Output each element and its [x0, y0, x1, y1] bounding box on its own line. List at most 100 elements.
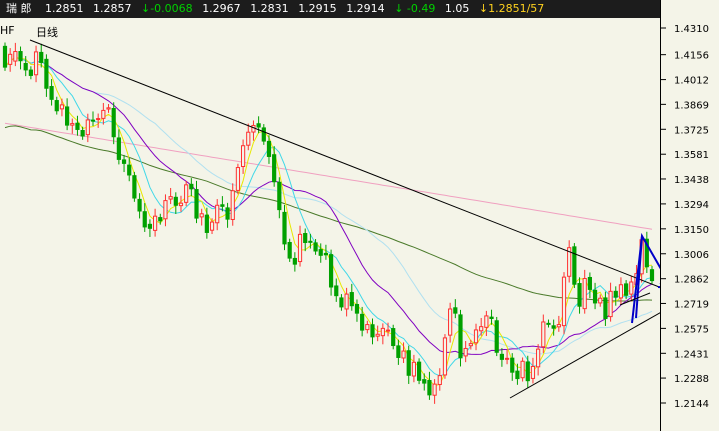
candle-body — [23, 62, 28, 71]
candle-body — [2, 45, 8, 68]
y-tick-label: 1.2862 — [674, 275, 709, 286]
candle-body — [132, 175, 137, 199]
symbol-name: 瑞 郎 — [6, 2, 32, 15]
candle-body — [556, 324, 561, 328]
candle-body — [225, 207, 230, 220]
candle-body — [592, 289, 598, 304]
candle-body — [142, 211, 147, 228]
candle-body — [116, 137, 121, 160]
candle-body — [173, 196, 178, 206]
candle-body — [194, 189, 199, 219]
candle-body — [80, 129, 85, 137]
candle-body — [18, 51, 23, 62]
ma250-line — [4, 122, 653, 230]
y-tick-label: 1.3438 — [674, 175, 709, 186]
candle-body — [328, 254, 334, 288]
candle-body — [613, 290, 618, 298]
candle-body — [515, 370, 520, 380]
quote-open: 1.2851 — [45, 2, 84, 15]
quote-ratio: 1.05 — [444, 2, 470, 15]
candle-body — [484, 315, 489, 328]
candle-body — [349, 292, 354, 307]
candle-body — [256, 123, 261, 128]
candle-body — [391, 328, 396, 347]
quote-v3: 1.2915 — [298, 2, 337, 15]
candle-body — [303, 233, 308, 244]
ma5-line — [4, 57, 653, 387]
candle-body — [204, 214, 209, 233]
candle-body — [453, 307, 458, 314]
price-plot[interactable] — [0, 18, 660, 431]
candle-body — [49, 86, 54, 100]
candle-body — [582, 278, 587, 310]
quote-v2: 1.2831 — [250, 2, 289, 15]
candle-body — [649, 269, 655, 282]
candle-body — [272, 154, 277, 183]
candle-body — [323, 252, 329, 256]
candle-body — [468, 343, 473, 347]
candle-body — [158, 217, 163, 222]
quote-high: 1.2857 — [93, 2, 132, 15]
candle-body — [59, 104, 65, 110]
candle-body — [54, 100, 59, 112]
ma20-line — [4, 57, 653, 355]
candle-body — [463, 347, 468, 357]
candle-body — [127, 164, 132, 176]
candle-body — [13, 51, 18, 62]
y-tick-label: 1.2575 — [674, 324, 709, 335]
candle-body — [427, 379, 432, 396]
candle-body — [510, 357, 515, 373]
candle-body — [598, 297, 603, 304]
candle-body — [339, 297, 344, 308]
y-tick-label: 1.3294 — [674, 200, 709, 211]
candle-body — [499, 353, 504, 360]
y-tick-label: 1.3725 — [674, 125, 709, 136]
candle-body — [354, 303, 360, 314]
candle-body — [473, 329, 479, 344]
candle-body — [297, 233, 303, 263]
candle-body — [308, 240, 313, 243]
candle-body — [432, 383, 437, 396]
candle-body — [401, 350, 406, 359]
candle-body — [629, 281, 634, 295]
quote-last: ↓1.2851/57 — [478, 2, 545, 15]
y-tick-label: 1.4156 — [674, 51, 709, 62]
y-tick-label: 1.2144 — [674, 399, 709, 410]
candle-body — [8, 53, 13, 65]
candle-body — [504, 357, 510, 360]
candle-body — [220, 204, 225, 207]
symbol-short-label: HF — [0, 24, 15, 37]
candle-body — [184, 184, 189, 203]
candle-body — [546, 322, 551, 325]
candle-body — [608, 290, 613, 318]
candle-body — [282, 211, 287, 245]
candle-body — [292, 257, 297, 265]
candle-body — [70, 123, 75, 126]
candle-body — [536, 348, 541, 368]
quote-change: ↓-0.0068 — [141, 2, 193, 15]
y-tick-label: 1.3006 — [674, 250, 709, 261]
candle-body — [437, 375, 442, 385]
candle-body — [313, 242, 318, 252]
candle-body — [489, 316, 494, 320]
candle-body — [318, 249, 323, 256]
candle-body — [153, 215, 158, 231]
candle-body — [442, 337, 448, 376]
quote-v1: 1.2967 — [202, 2, 241, 15]
candle-body — [96, 118, 101, 121]
candle-body — [406, 350, 411, 376]
candle-body — [215, 204, 220, 224]
quote-pct: ↓ -0.49 — [394, 2, 436, 15]
candle-body — [618, 284, 624, 299]
uptrend-line — [509, 312, 660, 399]
candle-body — [603, 297, 608, 320]
candle-body — [411, 361, 417, 377]
candle-body — [479, 326, 484, 332]
candle-body — [577, 283, 582, 307]
candle-body — [178, 202, 184, 207]
candle-body — [163, 200, 168, 220]
candle-body — [422, 379, 427, 384]
candle-body — [416, 361, 422, 381]
candle-body — [624, 283, 629, 296]
candle-body — [530, 365, 536, 379]
